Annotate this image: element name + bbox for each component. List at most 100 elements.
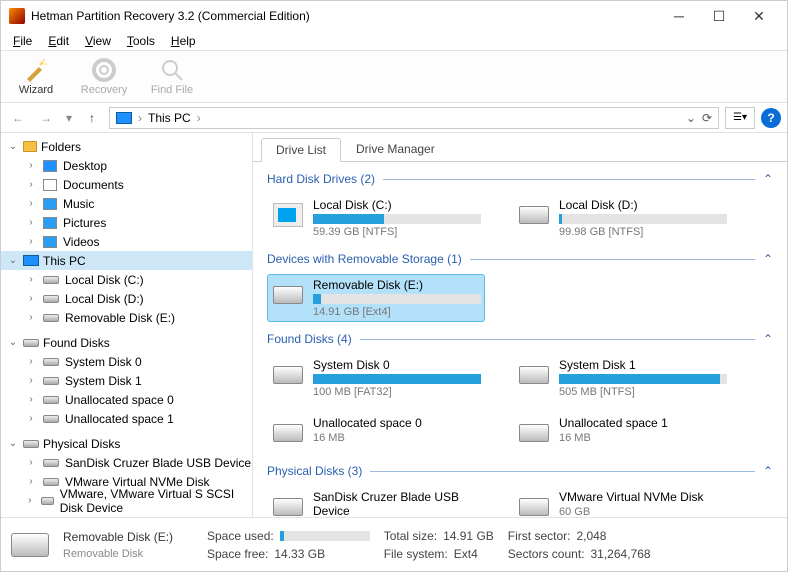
close-button[interactable]: ✕: [739, 3, 779, 29]
sidebar: ⌄Folders ›Desktop›Documents›Music›Pictur…: [1, 133, 253, 517]
status-used-label: Space used:: [207, 529, 274, 543]
tree-item[interactable]: › Music: [1, 194, 252, 213]
section-header[interactable]: Physical Disks (3)⌃: [267, 464, 773, 478]
tree-item-label: Pictures: [63, 216, 106, 230]
addr-dropdown-icon[interactable]: ⌄: [686, 111, 696, 125]
tree-item[interactable]: › Documents: [1, 175, 252, 194]
tree-item[interactable]: ›Videos: [1, 232, 252, 251]
status-count-label: Sectors count:: [508, 547, 585, 561]
expand-icon[interactable]: ›: [25, 476, 37, 487]
section-header[interactable]: Found Disks (4)⌃: [267, 332, 773, 346]
expand-icon[interactable]: ›: [25, 312, 37, 323]
tree-item[interactable]: ›SanDisk Cruzer Blade USB Device: [1, 453, 252, 472]
tree-item[interactable]: ›Unallocated space 0: [1, 390, 252, 409]
wizard-button[interactable]: Wizard: [7, 58, 65, 96]
expand-icon[interactable]: ›: [25, 356, 37, 367]
expand-icon[interactable]: ›: [25, 495, 35, 506]
drive-card[interactable]: Local Disk (D:)99.98 GB [NTFS]: [513, 194, 731, 242]
expand-icon[interactable]: ›: [25, 413, 37, 424]
expand-icon[interactable]: ›: [25, 394, 37, 405]
expand-icon[interactable]: ›: [25, 457, 37, 468]
tab-drive-list[interactable]: Drive List: [261, 138, 341, 162]
chevron-up-icon[interactable]: ⌃: [763, 252, 773, 266]
folder-type-icon: [43, 236, 57, 248]
tree-item[interactable]: ›Desktop: [1, 156, 252, 175]
drive-card[interactable]: Unallocated space 116 MB: [513, 412, 731, 454]
expand-icon[interactable]: ›: [25, 179, 37, 190]
menu-edit[interactable]: Edit: [40, 32, 77, 50]
drive-card[interactable]: SanDisk Cruzer Blade USB Device14.91 GB: [267, 486, 485, 517]
back-button[interactable]: ←: [7, 107, 29, 129]
tree-item[interactable]: › Pictures: [1, 213, 252, 232]
tree-group-found[interactable]: ⌄Found Disks: [1, 333, 252, 352]
tree-item[interactable]: ›Local Disk (D:): [1, 289, 252, 308]
tree-group-thispc[interactable]: ⌄This PC: [1, 251, 252, 270]
tree-item[interactable]: ›System Disk 1: [1, 371, 252, 390]
tree-item[interactable]: ›Local Disk (C:): [1, 270, 252, 289]
chevron-up-icon[interactable]: ⌃: [763, 464, 773, 478]
titlebar: Hetman Partition Recovery 3.2 (Commercia…: [1, 1, 787, 31]
expand-icon[interactable]: ›: [25, 274, 37, 285]
address-bar[interactable]: › This PC › ⌄ ⟳: [109, 107, 719, 129]
content-pane: Drive List Drive Manager Hard Disk Drive…: [253, 133, 787, 517]
refresh-icon[interactable]: ⟳: [702, 111, 712, 125]
status-usage-bar: [280, 531, 370, 541]
drive-card[interactable]: Removable Disk (E:)14.91 GB [Ext4]: [267, 274, 485, 322]
up-button[interactable]: ↑: [81, 107, 103, 129]
tree-item[interactable]: ›VMware, VMware Virtual S SCSI Disk Devi…: [1, 491, 252, 510]
tree-label: Physical Disks: [43, 437, 120, 451]
recovery-button[interactable]: Recovery: [75, 58, 133, 96]
tree-group-physical[interactable]: ⌄ Physical Disks: [1, 434, 252, 453]
tree-item-label: Music: [63, 197, 94, 211]
expand-icon[interactable]: ›: [25, 217, 37, 228]
drive-meta: 100 MB [FAT32]: [313, 386, 481, 398]
drive-card[interactable]: System Disk 1505 MB [NTFS]: [513, 354, 731, 402]
tree-item[interactable]: ›Removable Disk (E:): [1, 308, 252, 327]
help-button[interactable]: ?: [761, 108, 781, 128]
menu-help[interactable]: Help: [163, 32, 204, 50]
minimize-button[interactable]: ─: [659, 3, 699, 29]
tree-group-folders[interactable]: ⌄Folders: [1, 137, 252, 156]
expand-icon[interactable]: ›: [25, 236, 37, 247]
drive-card[interactable]: Local Disk (C:)59.39 GB [NTFS]: [267, 194, 485, 242]
chevron-up-icon[interactable]: ⌃: [763, 172, 773, 186]
wizard-label: Wizard: [19, 84, 53, 96]
forward-button[interactable]: →: [35, 107, 57, 129]
tree-item[interactable]: ›Unallocated space 1: [1, 409, 252, 428]
tree-item-label: Documents: [63, 178, 124, 192]
drive-meta: 16 MB: [313, 432, 481, 444]
collapse-icon[interactable]: ⌄: [7, 255, 19, 266]
drive-card[interactable]: Unallocated space 016 MB: [267, 412, 485, 454]
tab-drive-manager[interactable]: Drive Manager: [341, 137, 450, 161]
section-title: Hard Disk Drives (2): [267, 172, 375, 186]
menu-file[interactable]: File: [5, 32, 40, 50]
hist-dropdown[interactable]: ▾: [63, 107, 75, 129]
view-mode-button[interactable]: ☰▾: [725, 107, 755, 129]
crumb-sep-icon: ›: [138, 111, 142, 125]
status-first-label: First sector:: [508, 529, 571, 543]
maximize-button[interactable]: ☐: [699, 3, 739, 29]
chevron-up-icon[interactable]: ⌃: [763, 332, 773, 346]
section-header[interactable]: Devices with Removable Storage (1)⌃: [267, 252, 773, 266]
drive-icon: [273, 286, 303, 304]
menu-view[interactable]: View: [77, 32, 119, 50]
expand-icon[interactable]: ›: [25, 375, 37, 386]
section-removable: Devices with Removable Storage (1)⌃ Remov…: [267, 252, 773, 322]
breadcrumb-root[interactable]: This PC: [148, 111, 191, 125]
expand-icon[interactable]: ›: [25, 293, 37, 304]
window-title: Hetman Partition Recovery 3.2 (Commercia…: [31, 9, 659, 23]
expand-icon[interactable]: ›: [25, 160, 37, 171]
tabs: Drive List Drive Manager: [253, 137, 787, 162]
menu-tools[interactable]: Tools: [119, 32, 163, 50]
collapse-icon[interactable]: ⌄: [7, 438, 19, 449]
section-header[interactable]: Hard Disk Drives (2) ⌃: [267, 172, 773, 186]
drive-card[interactable]: System Disk 0100 MB [FAT32]: [267, 354, 485, 402]
tree-item[interactable]: ›System Disk 0: [1, 352, 252, 371]
findfile-button[interactable]: Find File: [143, 58, 201, 96]
expand-icon[interactable]: ›: [25, 198, 37, 209]
drive-name: System Disk 1: [559, 358, 727, 372]
drive-card[interactable]: VMware Virtual NVMe Disk60 GB: [513, 486, 731, 517]
collapse-icon[interactable]: ⌄: [7, 337, 19, 348]
drive-icon: [23, 440, 39, 448]
collapse-icon[interactable]: ⌄: [7, 141, 19, 152]
